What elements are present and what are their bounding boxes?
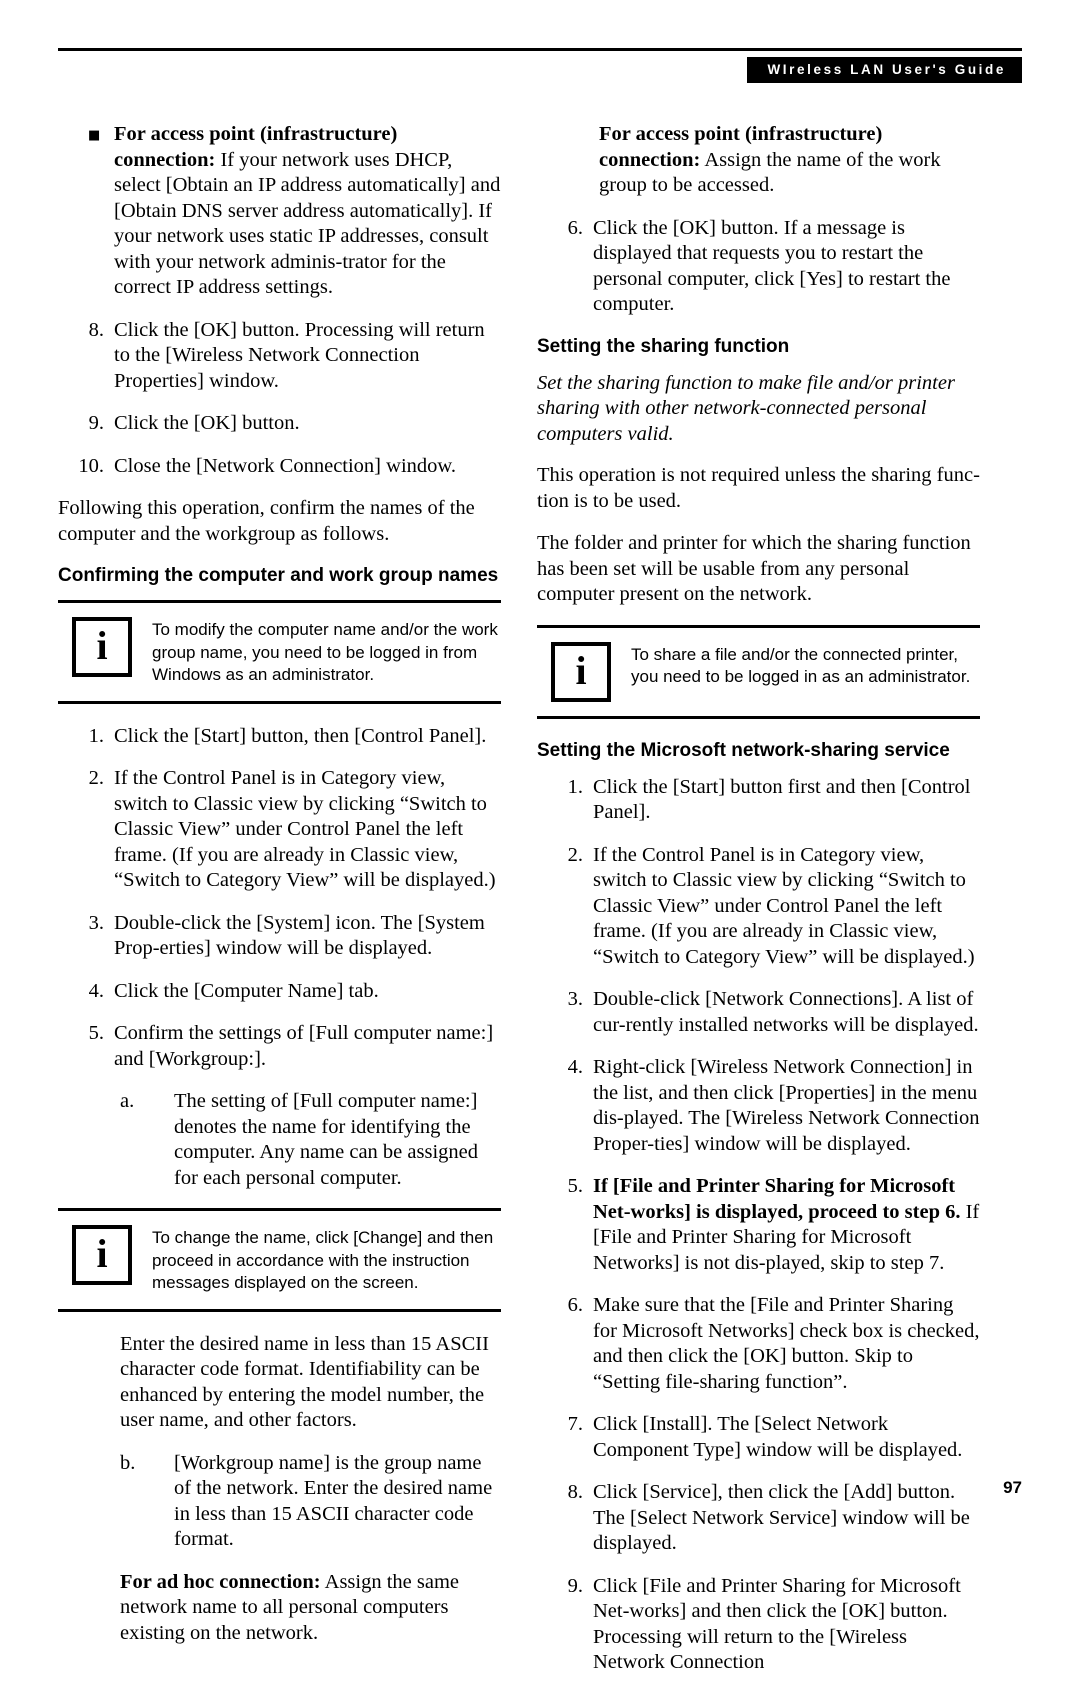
left-item-5b: b. [Workgroup name] is the group name of … [58, 1451, 501, 1553]
right-item-1: 1. Click the [Start] button first and the… [537, 775, 980, 826]
note-text: To share a file and/or the connected pri… [631, 644, 971, 687]
note-box-modify-name: i To modify the computer name and/or the… [58, 600, 501, 704]
item-text: Click [Install]. The [Select Network Com… [593, 1413, 963, 1461]
subitem-text: [Workgroup name] is the group name of th… [174, 1451, 493, 1551]
left-para-enter-name: Enter the desired name in less than 15 A… [120, 1332, 489, 1432]
right-item-6: 6. Click the [OK] button. If a message is… [537, 216, 980, 318]
subitem-label: b. [120, 1451, 136, 1474]
left-item-4: 4. Click the [Computer Name] tab. [58, 979, 501, 1005]
note-box-share-file: i To share a file and/or the connected p… [537, 624, 980, 719]
info-icon: i [551, 641, 611, 702]
right-column: For access point (infrastructure) connec… [537, 122, 980, 1693]
left-para-following: Following this operation, confirm the na… [58, 497, 475, 545]
item-number: 9. [567, 1574, 583, 1597]
right-item-3: 3. Double-click [Network Connections]. A … [537, 987, 980, 1038]
left-item-3: 3. Double-click the [System] icon. The [S… [58, 911, 501, 962]
item-number: 5. [567, 1175, 583, 1197]
left-item-5a: a. The setting of [Full computer name:] d… [58, 1089, 501, 1191]
item-text: If the Control Panel is in Category view… [114, 767, 496, 891]
left-item-5: 5. Confirm the settings of [Full computer… [58, 1021, 501, 1072]
item-text: Click the [Start] button, then [Control … [114, 724, 487, 747]
left-bullet-access-point: ■ For access point (infrastructure) conne… [58, 122, 501, 301]
item-number: 3. [88, 911, 104, 934]
info-icon: i [72, 617, 132, 677]
item-number: 3. [567, 988, 583, 1010]
left-item-9: 9. Click the [OK] button. [58, 411, 501, 437]
right-item-8: 8. Click [Service], then click the [Add] … [537, 1480, 980, 1557]
item-text: Click [File and Printer Sharing for Micr… [593, 1574, 961, 1674]
item-number: 10. [78, 454, 104, 477]
subitem-label: a. [120, 1090, 135, 1112]
item-number: 1. [567, 775, 583, 798]
item-text: Double-click [Network Connections]. A li… [593, 988, 979, 1036]
right-heading-sharing: Setting the sharing function [537, 335, 790, 357]
note-rule-bottom [58, 1308, 501, 1312]
subitem-text: The setting of [Full computer name:] den… [174, 1090, 478, 1189]
document-page: WIreless LAN User's Guide ■ For access po… [0, 0, 1080, 1673]
item-number: 8. [88, 318, 104, 341]
left-item-1: 1. Click the [Start] button, then [Contro… [58, 724, 501, 750]
item-text: Click the [OK] button. Processing will r… [114, 318, 485, 392]
item-text: Click the [Computer Name] tab. [114, 979, 379, 1002]
adhoc-bold-lead: For ad hoc connection: [120, 1570, 321, 1593]
item-number: 6. [567, 1294, 583, 1316]
item-number: 8. [567, 1481, 583, 1503]
item-number: 7. [567, 1413, 583, 1435]
right-para-operation: This operation is not required unless th… [537, 464, 980, 512]
left-heading-confirming: Confirming the computer and work group n… [58, 565, 499, 586]
item-text: Close the [Network Connection] window. [114, 454, 456, 477]
right-item-9: 9. Click [File and Printer Sharing for Mi… [537, 1574, 980, 1676]
right-item-2: 2. If the Control Panel is in Category vi… [537, 843, 980, 971]
header-rule [58, 48, 1022, 51]
header-title: WIreless LAN User's Guide [747, 57, 1022, 83]
page-number: 97 [1003, 1478, 1022, 1497]
note-text: To change the name, click [Change] and t… [152, 1228, 494, 1292]
item-number: 2. [88, 767, 104, 789]
right-para-access-point: For access point (infrastructure) connec… [537, 122, 980, 199]
item-number: 5. [88, 1022, 104, 1044]
note-text: To modify the computer name and/or the w… [152, 620, 498, 684]
note-rule-bottom [58, 700, 501, 704]
item-number: 1. [88, 724, 104, 747]
note-box-change-name: i To change the name, click [Change] and… [58, 1208, 501, 1312]
right-item-6b: 6. Make sure that the [File and Printer S… [537, 1293, 980, 1395]
left-item-10: 10. Close the [Network Connection] window… [58, 454, 501, 480]
right-para-folder: The folder and printer for which the sha… [537, 532, 971, 605]
item-text-bold: If [File and Printer Sharing for Microso… [593, 1175, 961, 1223]
item-number: 9. [88, 412, 104, 434]
right-item-5: 5. If [File and Printer Sharing for Micro… [537, 1174, 980, 1276]
item-text: Click the [OK] button. [114, 412, 300, 434]
item-text: Make sure that the [File and Printer Sha… [593, 1294, 980, 1393]
bullet-marker: ■ [88, 128, 101, 143]
left-item-2: 2. If the Control Panel is in Category vi… [58, 766, 501, 894]
note-rule-bottom [537, 715, 980, 719]
item-text: Right-click [Wireless Network Connection… [593, 1056, 980, 1155]
right-italic-sharing: Set the sharing function to make file an… [537, 371, 955, 445]
item-text: If the Control Panel is in Category view… [593, 843, 975, 968]
info-icon: i [72, 1225, 132, 1285]
item-text: Double-click the [System] icon. The [Sys… [114, 911, 485, 960]
item-text: Confirm the settings of [Full computer n… [114, 1022, 494, 1070]
item-number: 2. [567, 843, 583, 866]
left-item-8: 8. Click the [OK] button. Processing will… [58, 318, 501, 395]
right-item-7: 7. Click [Install]. The [Select Network C… [537, 1412, 980, 1463]
item-text: Click the [OK] button. If a message is d… [593, 216, 951, 316]
left-column: ■ For access point (infrastructure) conne… [58, 122, 501, 1663]
page-header: WIreless LAN User's Guide [58, 48, 1022, 83]
item-text: Click [Service], then click the [Add] bu… [593, 1481, 970, 1554]
item-number: 4. [88, 979, 104, 1002]
item-text: Click the [Start] button first and then … [593, 775, 971, 824]
right-heading-ms-service: Setting the Microsoft network-sharing se… [537, 739, 950, 761]
item-number: 4. [567, 1056, 583, 1078]
item-number: 6. [567, 216, 583, 239]
right-item-4: 4. Right-click [Wireless Network Connecti… [537, 1055, 980, 1157]
left-para-adhoc: For ad hoc connection: Assign the same n… [58, 1570, 501, 1647]
